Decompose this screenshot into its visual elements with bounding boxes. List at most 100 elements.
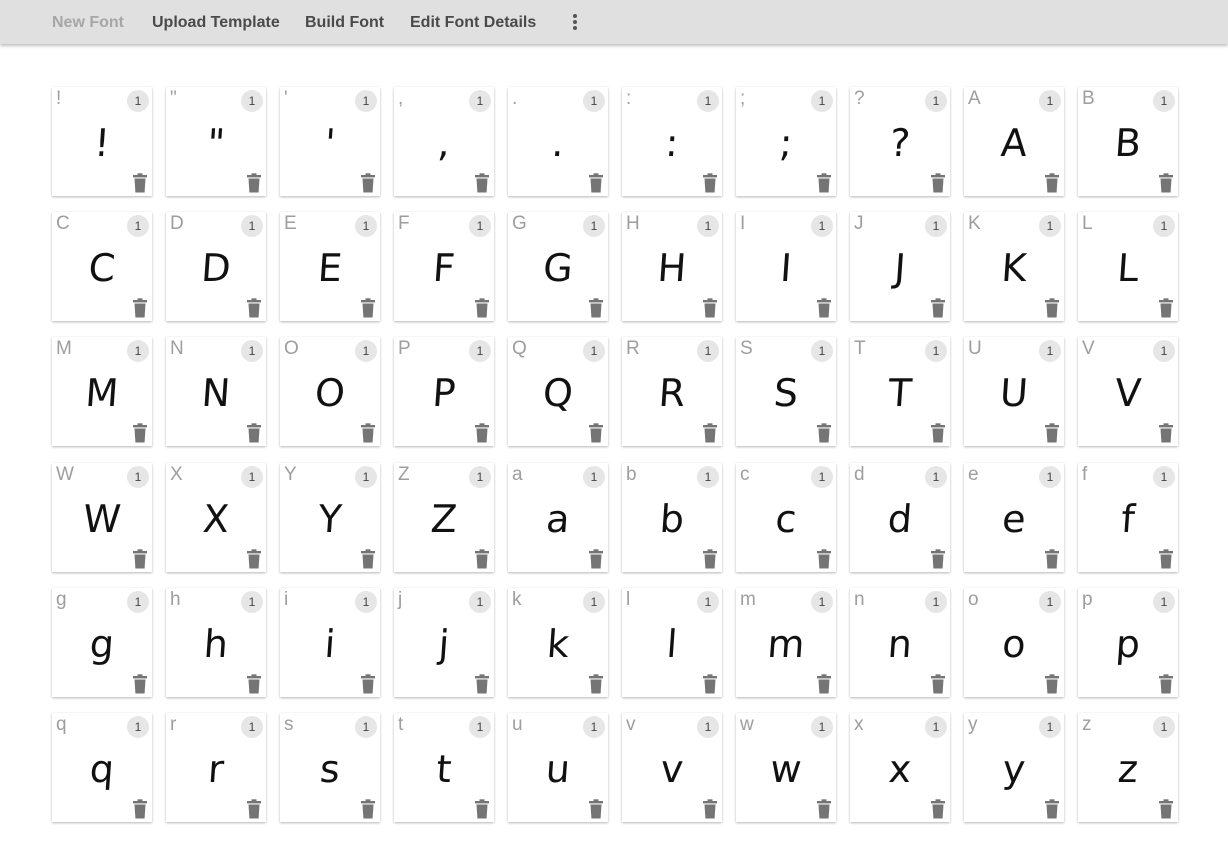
glyph-card[interactable]: y1y [964, 713, 1064, 822]
glyph-card[interactable]: i1i [280, 588, 380, 697]
trash-icon[interactable] [1158, 173, 1174, 193]
glyph-card[interactable]: m1m [736, 588, 836, 697]
trash-icon[interactable] [246, 173, 262, 193]
glyph-card[interactable]: N1N [166, 337, 266, 446]
trash-icon[interactable] [132, 674, 148, 694]
trash-icon[interactable] [702, 423, 718, 443]
glyph-card[interactable]: O1O [280, 337, 380, 446]
trash-icon[interactable] [474, 173, 490, 193]
glyph-card[interactable]: v1v [622, 713, 722, 822]
trash-icon[interactable] [816, 423, 832, 443]
glyph-card[interactable]: C1C [52, 212, 152, 321]
edit-font-details-button[interactable]: Edit Font Details [410, 14, 536, 32]
trash-icon[interactable] [360, 549, 376, 569]
glyph-card[interactable]: h1h [166, 588, 266, 697]
glyph-card[interactable]: G1G [508, 212, 608, 321]
trash-icon[interactable] [132, 799, 148, 819]
glyph-card[interactable]: A1A [964, 87, 1064, 196]
glyph-card[interactable]: d1d [850, 463, 950, 572]
glyph-card[interactable]: Y1Y [280, 463, 380, 572]
trash-icon[interactable] [1044, 298, 1060, 318]
trash-icon[interactable] [702, 674, 718, 694]
glyph-card[interactable]: K1K [964, 212, 1064, 321]
trash-icon[interactable] [360, 674, 376, 694]
glyph-card[interactable]: W1W [52, 463, 152, 572]
glyph-card[interactable]: , 1, [394, 87, 494, 196]
glyph-card[interactable]: S1S [736, 337, 836, 446]
trash-icon[interactable] [132, 298, 148, 318]
trash-icon[interactable] [816, 298, 832, 318]
glyph-card[interactable]: z1z [1078, 713, 1178, 822]
trash-icon[interactable] [588, 423, 604, 443]
trash-icon[interactable] [1158, 298, 1174, 318]
glyph-card[interactable]: B1B [1078, 87, 1178, 196]
glyph-card[interactable]: I1I [736, 212, 836, 321]
trash-icon[interactable] [246, 799, 262, 819]
trash-icon[interactable] [588, 298, 604, 318]
trash-icon[interactable] [132, 549, 148, 569]
glyph-card[interactable]: P1P [394, 337, 494, 446]
glyph-card[interactable]: . 1. [508, 87, 608, 196]
trash-icon[interactable] [360, 173, 376, 193]
glyph-card[interactable]: a1a [508, 463, 608, 572]
glyph-card[interactable]: q1q [52, 713, 152, 822]
glyph-card[interactable]: p1p [1078, 588, 1178, 697]
trash-icon[interactable] [930, 674, 946, 694]
glyph-card[interactable]: M1M [52, 337, 152, 446]
glyph-card[interactable]: s1s [280, 713, 380, 822]
glyph-card[interactable]: j1j [394, 588, 494, 697]
trash-icon[interactable] [930, 423, 946, 443]
glyph-card[interactable]: J1J [850, 212, 950, 321]
glyph-card[interactable]: o1o [964, 588, 1064, 697]
trash-icon[interactable] [474, 298, 490, 318]
trash-icon[interactable] [246, 423, 262, 443]
glyph-card[interactable]: k1k [508, 588, 608, 697]
glyph-card[interactable]: H1H [622, 212, 722, 321]
trash-icon[interactable] [930, 549, 946, 569]
trash-icon[interactable] [132, 173, 148, 193]
glyph-card[interactable]: ! 1! [52, 87, 152, 196]
glyph-card[interactable]: ' 1 ' [280, 87, 380, 196]
glyph-card[interactable]: T1T [850, 337, 950, 446]
trash-icon[interactable] [246, 298, 262, 318]
glyph-card[interactable]: :1: [622, 87, 722, 196]
trash-icon[interactable] [588, 549, 604, 569]
glyph-card[interactable]: E1E [280, 212, 380, 321]
trash-icon[interactable] [1158, 423, 1174, 443]
trash-icon[interactable] [1044, 173, 1060, 193]
glyph-card[interactable]: L1L [1078, 212, 1178, 321]
glyph-card[interactable]: b1b [622, 463, 722, 572]
trash-icon[interactable] [132, 423, 148, 443]
trash-icon[interactable] [588, 173, 604, 193]
trash-icon[interactable] [474, 799, 490, 819]
trash-icon[interactable] [1044, 674, 1060, 694]
glyph-card[interactable]: Z1Z [394, 463, 494, 572]
glyph-card[interactable]: e1e [964, 463, 1064, 572]
trash-icon[interactable] [702, 173, 718, 193]
trash-icon[interactable] [246, 549, 262, 569]
glyph-card[interactable]: w1w [736, 713, 836, 822]
trash-icon[interactable] [1158, 549, 1174, 569]
glyph-card[interactable]: R1R [622, 337, 722, 446]
glyph-card[interactable]: u1u [508, 713, 608, 822]
glyph-card[interactable]: x1x [850, 713, 950, 822]
trash-icon[interactable] [816, 799, 832, 819]
glyph-card[interactable]: X1X [166, 463, 266, 572]
trash-icon[interactable] [1158, 799, 1174, 819]
trash-icon[interactable] [588, 674, 604, 694]
glyph-card[interactable]: l1l [622, 588, 722, 697]
trash-icon[interactable] [816, 173, 832, 193]
trash-icon[interactable] [930, 173, 946, 193]
trash-icon[interactable] [474, 549, 490, 569]
trash-icon[interactable] [702, 549, 718, 569]
upload-template-button[interactable]: Upload Template [152, 14, 280, 32]
new-font-button[interactable]: New Font [52, 14, 124, 32]
trash-icon[interactable] [360, 799, 376, 819]
glyph-card[interactable]: F1F [394, 212, 494, 321]
glyph-card[interactable]: n1n [850, 588, 950, 697]
glyph-card[interactable]: Q1Q [508, 337, 608, 446]
trash-icon[interactable] [702, 298, 718, 318]
trash-icon[interactable] [702, 799, 718, 819]
trash-icon[interactable] [816, 549, 832, 569]
glyph-card[interactable]: c1c [736, 463, 836, 572]
